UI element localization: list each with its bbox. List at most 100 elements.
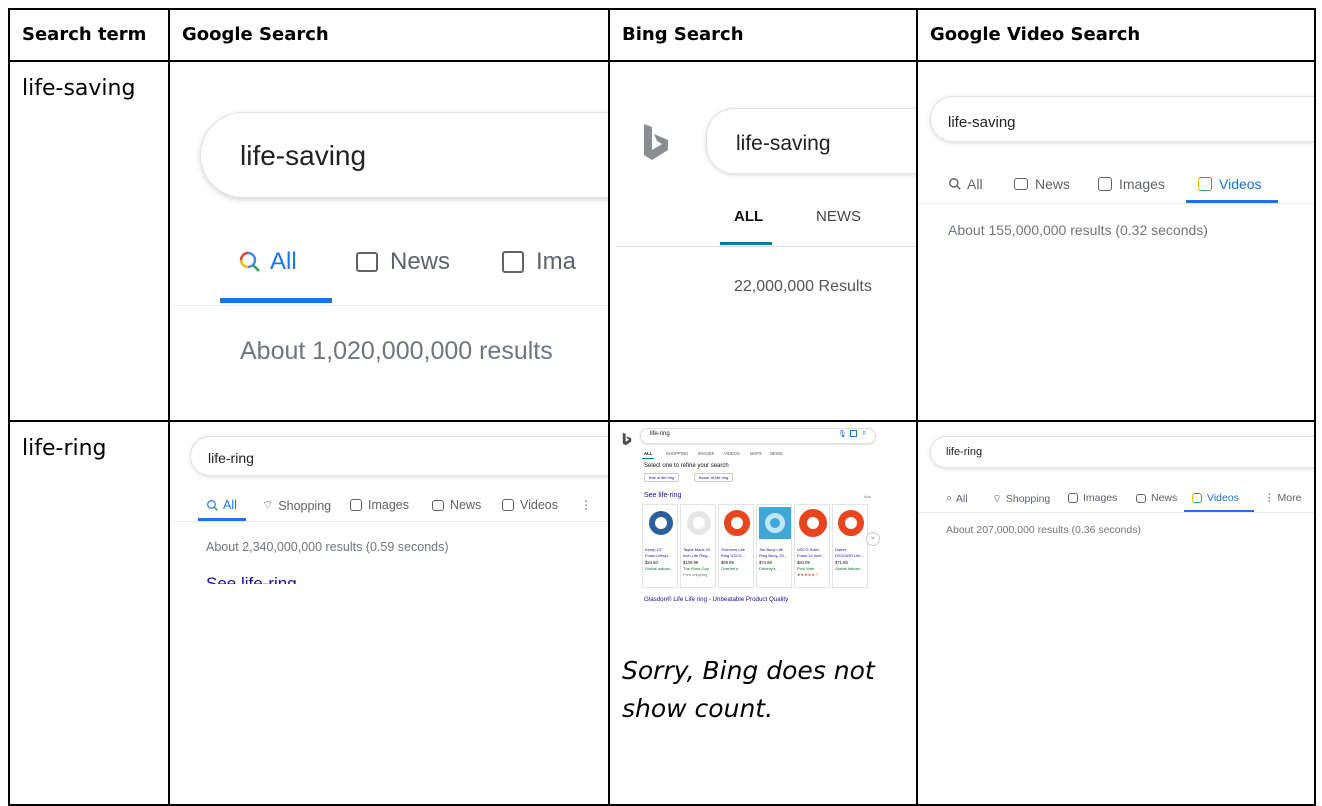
result-count: 22,000,000 Results	[734, 278, 872, 295]
bing-screenshot: life-saving ALL NEWS 22,000,000 Results	[608, 60, 918, 422]
tab-videos[interactable]: Videos	[502, 498, 558, 512]
google-video-screenshot: life-ring ⌕ All ⌔ Shopping Images News V…	[916, 420, 1316, 806]
tab-news[interactable]: News	[1014, 176, 1070, 192]
table-row: life-saving life-saving All News Ima Abo…	[8, 60, 1316, 422]
product-card[interactable]: Taylor Made 20 Inch Life Ring... $109.99 …	[680, 504, 716, 588]
tab-maps[interactable]: MAPS	[750, 451, 762, 456]
tab-videos[interactable]: Videos	[1198, 176, 1262, 192]
tab-images[interactable]: Images	[350, 498, 409, 512]
news-icon	[1014, 178, 1028, 190]
header-google-video-search: Google Video Search	[916, 8, 1316, 62]
tab-news[interactable]: News	[1136, 492, 1177, 504]
search-query: life-saving	[948, 114, 1016, 131]
active-tab-indicator	[642, 458, 654, 459]
tag-icon: ⌔	[262, 498, 274, 512]
tab-shopping[interactable]: ⌔ Shopping	[262, 498, 331, 513]
header-row: Search term Google Search Bing Search Go…	[8, 8, 1316, 62]
search-icon[interactable]: ⌕	[862, 428, 866, 438]
search-input[interactable]	[930, 436, 1314, 468]
tab-news[interactable]: News	[356, 248, 450, 276]
search-query: life-ring	[650, 431, 670, 437]
product-card[interactable]: Datrex DX024RD Life... $71.95 Global Indu…	[832, 504, 868, 588]
tab-news[interactable]: NEWS	[770, 451, 783, 456]
tab-images[interactable]: Images	[1068, 492, 1117, 504]
ad-title[interactable]: Glasdon® Life Life ring - Unbeatable Pro…	[644, 596, 788, 603]
divider	[170, 521, 608, 522]
chip-1[interactable]: tree of life ring	[644, 473, 680, 482]
divider	[918, 512, 1314, 513]
search-icon	[206, 499, 218, 511]
product-card[interactable]: Overtons Life Ring USCG... $69.99 Overton…	[718, 504, 754, 588]
videos-icon	[1198, 177, 1212, 191]
tab-shopping[interactable]: ⌔ Shopping	[992, 492, 1050, 506]
news-icon	[432, 499, 444, 511]
active-tab-indicator	[220, 298, 332, 303]
bing-logo	[644, 124, 668, 160]
tab-news[interactable]: News	[432, 498, 481, 512]
tab-images[interactable]: Ima	[502, 248, 576, 276]
tab-all[interactable]: All	[206, 498, 237, 512]
result-count: About 1,020,000,000 results	[240, 337, 553, 365]
product-card[interactable]: USCG Solid Foam 24 Inch... $84.09 Pool We…	[794, 504, 830, 588]
tab-all[interactable]: All	[238, 248, 297, 276]
visual-search-icon[interactable]	[850, 430, 857, 437]
search-term: life-ring	[22, 436, 107, 461]
divider	[170, 305, 608, 306]
tab-all[interactable]: ALL	[734, 208, 763, 225]
next-arrow-icon[interactable]: »	[866, 532, 880, 546]
news-icon	[1136, 493, 1146, 503]
more-icon[interactable]: ⋮	[580, 498, 592, 512]
divider	[616, 246, 916, 247]
tab-images[interactable]: IMAGES	[698, 451, 714, 456]
bing-note: Sorry, Bing does not show count.	[622, 656, 875, 723]
result-count: About 155,000,000 results (0.32 seconds)	[948, 222, 1208, 238]
images-icon	[502, 251, 524, 273]
search-icon	[239, 251, 260, 272]
search-query: life-saving	[736, 132, 831, 155]
result-count: About 2,340,000,000 results (0.59 second…	[206, 540, 449, 554]
chip-2[interactable]: flower of life ring	[694, 473, 734, 482]
google-video-screenshot: life-saving All News Images Videos About…	[916, 60, 1316, 422]
ads-label: Ads	[864, 494, 871, 499]
images-icon	[350, 499, 362, 511]
comparison-table: Search term Google Search Bing Search Go…	[8, 8, 1316, 806]
search-query: life-saving	[240, 140, 367, 171]
tab-more[interactable]: ⋮ More	[1264, 492, 1301, 504]
tab-news[interactable]: NEWS	[816, 208, 861, 225]
google-screenshot: life-ring All ⌔ Shopping Images News Vid…	[168, 420, 610, 806]
product-card[interactable]: Kemp 24" Foam Lifesyl... $34.50 Global In…	[642, 504, 678, 588]
tab-videos[interactable]: Videos	[1192, 492, 1239, 504]
header-bing-search: Bing Search	[608, 8, 918, 62]
tag-icon: ⌔	[992, 493, 1002, 505]
header-google-search: Google Search	[168, 8, 610, 62]
shopping-title[interactable]: See life-ring	[644, 492, 681, 499]
news-icon	[356, 252, 378, 272]
search-icon	[949, 178, 961, 190]
tab-images[interactable]: Images	[1098, 176, 1165, 192]
divider	[918, 203, 1314, 204]
tab-all[interactable]: ⌕ All	[946, 492, 968, 505]
bing-logo	[622, 432, 632, 446]
active-tab-indicator	[720, 242, 772, 245]
mic-icon[interactable]: 🎙	[838, 430, 847, 438]
bing-screenshot: life-ring 🎙 ⌕ ALL SHOPPING IMAGES VIDEOS…	[608, 420, 918, 806]
videos-icon	[502, 499, 514, 511]
product-card[interactable]: Jim Buoy Life Ring Buoy, 20... $74.69 Doh…	[756, 504, 792, 588]
tab-shopping[interactable]: SHOPPING	[666, 451, 688, 456]
google-screenshot: life-saving All News Ima About 1,020,000…	[168, 60, 610, 422]
search-query: life-ring	[208, 450, 254, 466]
refine-text: Select one to refine your search	[644, 463, 729, 469]
result-count: About 207,000,000 results (0.36 seconds)	[946, 524, 1141, 536]
tab-all[interactable]: ALL	[644, 451, 652, 456]
images-icon	[1098, 177, 1112, 191]
cut-link[interactable]: See life-ring	[206, 574, 606, 584]
more-icon: ⋮	[1264, 492, 1275, 504]
search-icon: ⌕	[946, 492, 952, 504]
search-term: life-saving	[22, 76, 136, 101]
images-icon	[1068, 493, 1078, 503]
tab-all[interactable]: All	[948, 176, 983, 192]
videos-icon	[1192, 493, 1202, 503]
table-row: life-ring life-ring All ⌔ Shopping Image…	[8, 420, 1316, 806]
search-query: life-ring	[946, 446, 983, 458]
tab-videos[interactable]: VIDEOS	[724, 451, 740, 456]
